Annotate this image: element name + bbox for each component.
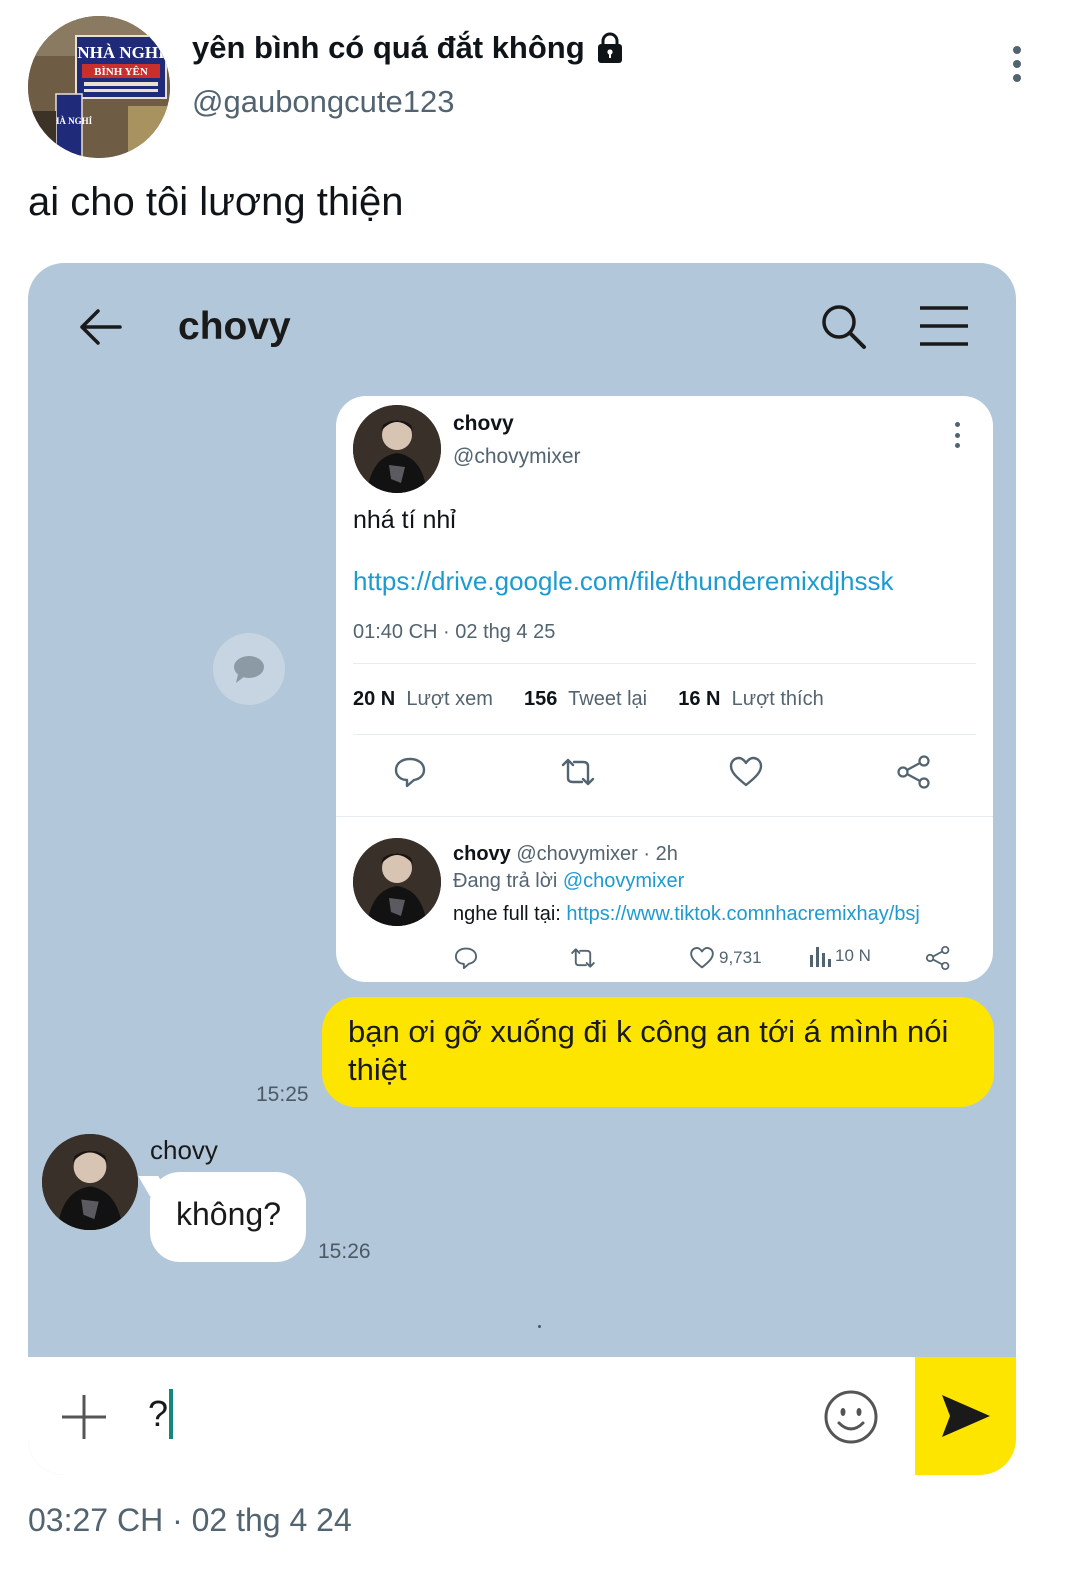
retweets-value: 156	[524, 688, 558, 710]
plus-icon[interactable]	[60, 1393, 108, 1441]
reply-text: nghe full tại: https://www.tiktok.comnha…	[453, 903, 920, 926]
reply-icon	[454, 947, 478, 970]
retweet-icon	[571, 948, 595, 968]
reply-reply-button[interactable]	[453, 945, 479, 971]
shared-tweet-avatar[interactable]	[353, 405, 441, 493]
person-photo	[353, 405, 441, 493]
more-dot	[1013, 46, 1021, 54]
message-input-value: ?	[148, 1393, 169, 1434]
lock-icon	[597, 32, 622, 63]
replying-to-handle[interactable]: @chovymixer	[563, 870, 684, 892]
speech-bubble-icon[interactable]	[213, 633, 285, 705]
like-icon	[690, 946, 714, 969]
person-photo	[42, 1134, 138, 1230]
like-icon[interactable]	[728, 754, 764, 790]
divider	[538, 1325, 541, 1328]
reply-actions: 9,731 10 N	[453, 945, 983, 973]
sender-name: chovy	[150, 1135, 218, 1165]
message-input[interactable]: ?	[148, 1389, 174, 1439]
text-caret	[169, 1389, 174, 1439]
shared-tweet-card[interactable]: chovy @chovymixer nhá tí nhỉ https://dri…	[336, 396, 993, 982]
avatar-sign-line1: NHÀ NGHỈ	[77, 43, 165, 62]
chat-screenshot-image[interactable]: chovy chovy @chovymixer nhá tí nhỉ https…	[28, 263, 1016, 1475]
outgoing-message-time: 15:25	[256, 1083, 309, 1106]
likes-label: Lượt thích	[731, 688, 824, 710]
emoji-icon[interactable]	[823, 1389, 879, 1445]
likes-value: 16 N	[678, 688, 721, 710]
more-vertical-icon[interactable]	[953, 422, 961, 448]
reply-view-count: 10 N	[835, 946, 871, 965]
author-name[interactable]: yên bình có quá đắt không	[192, 30, 627, 66]
author-name-text: yên bình có quá đắt không	[192, 30, 585, 65]
more-vertical-icon[interactable]	[1000, 40, 1034, 88]
shared-tweet-actions	[376, 754, 956, 794]
shared-tweet-link[interactable]: https://drive.google.com/file/thunderemi…	[353, 566, 894, 597]
reply-retweet-button[interactable]	[569, 945, 597, 971]
more-dot	[954, 422, 960, 427]
reply-views-button[interactable]: 10 N	[809, 945, 871, 967]
tweet-text: ai cho tôi lương thiện	[28, 180, 404, 224]
retweet-icon[interactable]	[560, 754, 596, 790]
back-arrow-icon[interactable]	[76, 303, 124, 351]
person-photo	[353, 838, 441, 926]
more-dot	[1013, 74, 1021, 82]
sender-avatar[interactable]	[42, 1134, 138, 1230]
reply-avatar[interactable]	[353, 838, 441, 926]
shared-tweet-handle[interactable]: @chovymixer	[453, 445, 581, 469]
tweet-timestamp: 03:27 CH · 02 thg 4 24	[28, 1502, 352, 1538]
replying-to: Đang trả lời @chovymixer	[453, 870, 684, 893]
reply-meta: @chovymixer · 2h	[516, 843, 678, 865]
views-icon	[810, 947, 831, 967]
reply-share-button[interactable]	[925, 945, 951, 971]
avatar-sign-line2: BÌNH YÊN	[94, 66, 148, 78]
replying-prefix: Đang trả lời	[453, 870, 558, 892]
reply-like-count: 9,731	[719, 948, 762, 967]
incoming-message[interactable]: không?	[150, 1172, 306, 1262]
reply-name[interactable]: chovy	[453, 843, 511, 865]
outgoing-message[interactable]: bạn ơi gỡ xuống đi k công an tới á mình …	[322, 997, 994, 1107]
divider	[353, 663, 976, 664]
reply-icon[interactable]	[392, 754, 428, 790]
reply-like-button[interactable]: 9,731	[689, 945, 762, 971]
retweets-label: Tweet lại	[568, 688, 648, 710]
send-icon	[941, 1395, 990, 1437]
reply-text-prefix: nghe full tại:	[453, 903, 561, 925]
shared-tweet-text: nhá tí nhỉ	[353, 506, 456, 534]
send-button[interactable]	[915, 1357, 1016, 1475]
shared-tweet-time: 01:40 CH · 02 thg 4 25	[353, 621, 556, 643]
speech-bubble-glyph	[234, 656, 264, 683]
views-label: Lượt xem	[406, 688, 493, 710]
shared-tweet-name[interactable]: chovy	[453, 412, 514, 436]
avatar-sign-image: NHÀ NGHỈ BÌNH YÊN NHÀ NGHỈ	[28, 16, 170, 158]
more-dot	[954, 432, 960, 438]
views-value: 20 N	[353, 688, 396, 710]
search-icon[interactable]	[818, 301, 868, 351]
more-dot	[954, 443, 960, 448]
chat-title: chovy	[178, 305, 291, 348]
incoming-message-time: 15:26	[318, 1240, 371, 1263]
shared-tweet-stats: 20 N Lượt xem 156 Tweet lại 16 N Lượt th…	[353, 688, 824, 711]
share-icon	[925, 945, 950, 971]
more-dot	[1013, 60, 1021, 68]
divider	[336, 816, 993, 817]
share-icon[interactable]	[896, 754, 932, 790]
reply-text-link[interactable]: https://www.tiktok.comnhacremixhay/bsj	[566, 903, 919, 925]
divider	[353, 734, 976, 735]
menu-icon[interactable]	[918, 303, 970, 349]
author-avatar[interactable]: NHÀ NGHỈ BÌNH YÊN NHÀ NGHỈ	[28, 16, 170, 158]
message-input-bar: ?	[28, 1357, 1016, 1475]
reply-header: chovy @chovymixer · 2h	[453, 843, 678, 866]
author-handle[interactable]: @gaubongcute123	[192, 84, 454, 120]
